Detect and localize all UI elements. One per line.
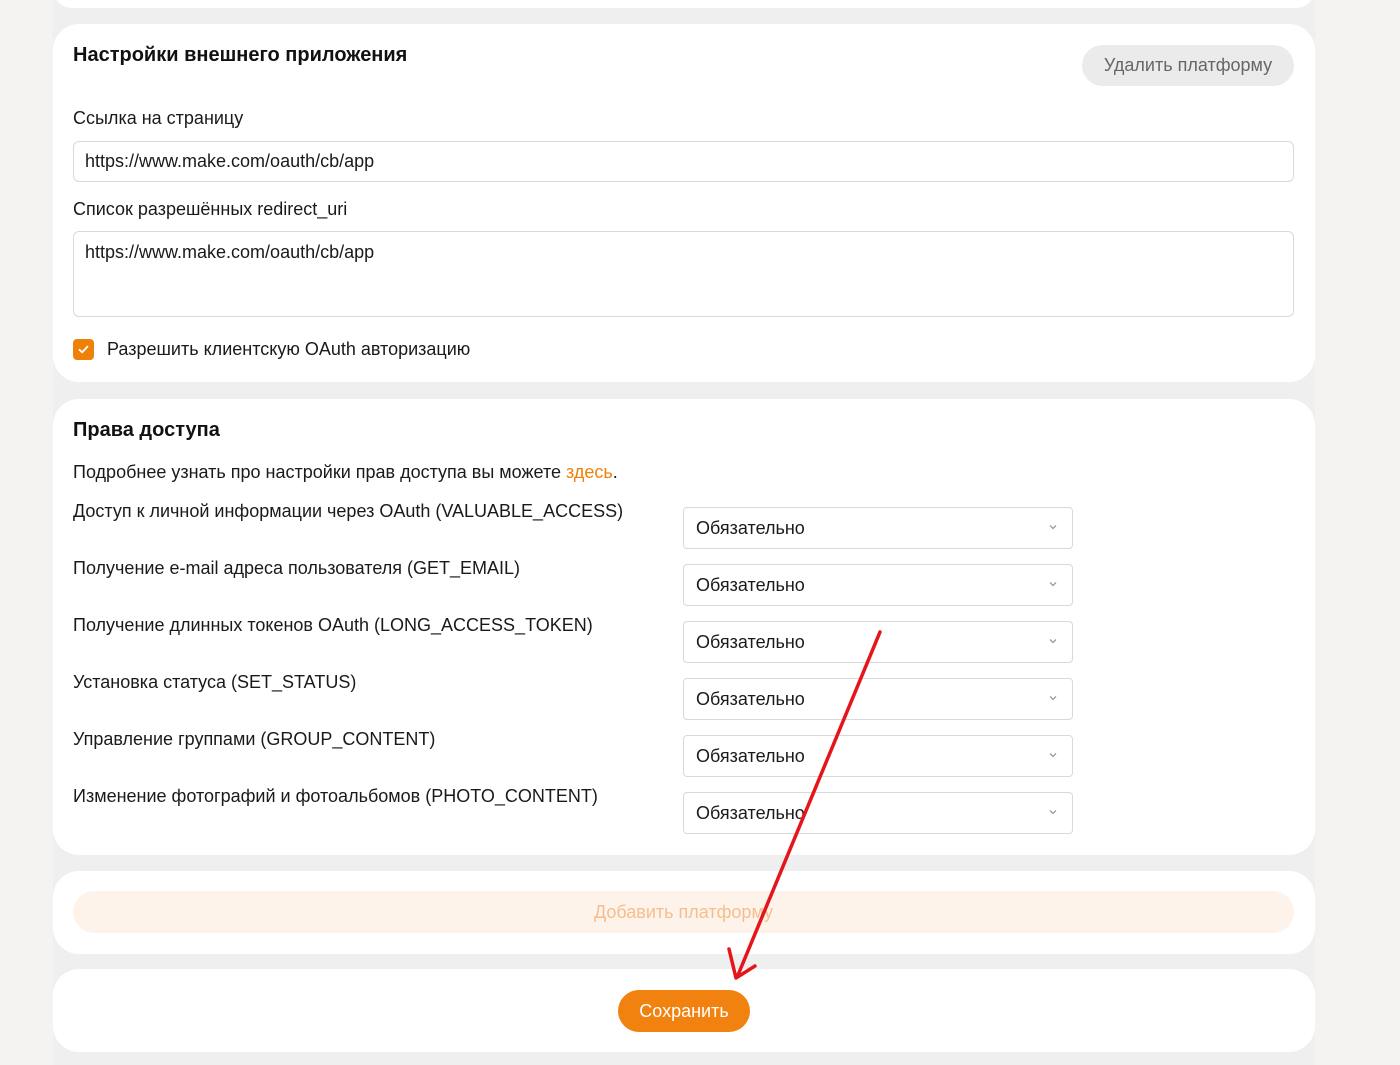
page-link-input[interactable]: https://www.make.com/oauth/cb/app (73, 141, 1294, 182)
permissions-intro-text: Подробнее узнать про настройки прав дост… (73, 462, 566, 482)
permission-select-value: Обязательно (696, 689, 805, 709)
check-icon (78, 345, 89, 353)
permission-label: Получение длинных токенов OAuth (LONG_AC… (73, 615, 593, 635)
chevron-down-icon (1049, 525, 1057, 530)
client-oauth-label: Разрешить клиентскую OAuth авторизацию (107, 338, 471, 359)
redirect-uri-label: Список разрешённых redirect_uri (73, 199, 348, 219)
chevron-down-icon (1049, 696, 1057, 701)
page-link-label: Ссылка на страницу (73, 108, 244, 128)
save-button[interactable]: Сохранить (618, 990, 750, 1032)
previous-card (53, 0, 1315, 8)
chevron-down-icon (1049, 753, 1057, 758)
permission-select[interactable]: Обязательно (683, 678, 1073, 720)
permission-label: Получение e-mail адреса пользователя (GE… (73, 558, 521, 578)
permission-label: Доступ к личной информации через OAuth (… (73, 501, 624, 521)
chevron-down-icon (1049, 639, 1057, 644)
permission-select[interactable]: Обязательно (683, 735, 1073, 777)
permission-select[interactable]: Обязательно (683, 564, 1073, 606)
permissions-title: Права доступа (73, 419, 220, 441)
permission-select[interactable]: Обязательно (683, 621, 1073, 663)
permission-label: Управление группами (GROUP_CONTENT) (73, 729, 436, 749)
save-card: Сохранить (53, 969, 1315, 1052)
permission-select-value: Обязательно (696, 575, 805, 595)
permission-select[interactable]: Обязательно (683, 507, 1073, 549)
permission-row: Получение длинных токенов OAuth (LONG_AC… (53, 613, 1315, 663)
permissions-help-link[interactable]: здесь (566, 462, 613, 482)
permission-select-value: Обязательно (696, 746, 805, 766)
redirect-uri-textarea[interactable]: https://www.make.com/oauth/cb/app (73, 231, 1294, 317)
permission-select-value: Обязательно (696, 632, 805, 652)
add-platform-button[interactable]: Добавить платформу (73, 891, 1294, 933)
app-settings-card: Настройки внешнего приложения Удалить пл… (53, 24, 1315, 382)
permissions-intro-end: . (612, 462, 618, 482)
permissions-intro: Подробнее узнать про настройки прав дост… (73, 462, 618, 483)
permission-row: Изменение фотографий и фотоальбомов (PHO… (53, 784, 1315, 834)
permission-row: Управление группами (GROUP_CONTENT) Обяз… (53, 727, 1315, 777)
permission-label: Изменение фотографий и фотоальбомов (PHO… (73, 786, 598, 806)
chevron-down-icon (1049, 582, 1057, 587)
permission-select-value: Обязательно (696, 803, 805, 823)
client-oauth-option[interactable]: Разрешить клиентскую OAuth авторизацию (73, 338, 470, 360)
content-column: Настройки внешнего приложения Удалить пл… (53, 0, 1315, 1065)
add-platform-card: Добавить платформу (53, 871, 1315, 954)
permission-row: Установка статуса (SET_STATUS) Обязатель… (53, 670, 1315, 720)
permission-label: Установка статуса (SET_STATUS) (73, 672, 357, 692)
client-oauth-checkbox[interactable] (73, 338, 94, 360)
permission-row: Получение e-mail адреса пользователя (GE… (53, 556, 1315, 606)
permission-select-value: Обязательно (696, 518, 805, 538)
chevron-down-icon (1049, 810, 1057, 815)
app-settings-title: Настройки внешнего приложения (73, 44, 408, 66)
permission-select[interactable]: Обязательно (683, 792, 1073, 834)
delete-platform-button[interactable]: Удалить платформу (1082, 45, 1294, 86)
permission-row: Доступ к личной информации через OAuth (… (53, 499, 1315, 549)
permissions-card: Права доступа Подробнее узнать про настр… (53, 399, 1315, 855)
